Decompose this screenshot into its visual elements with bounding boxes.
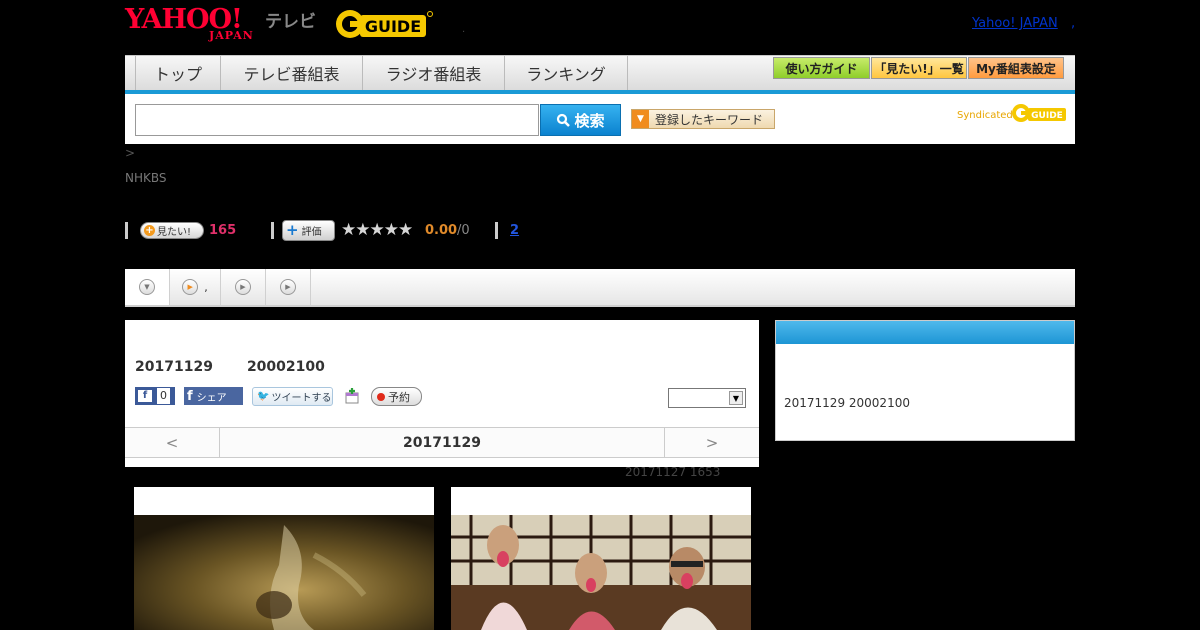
record-dot-icon: [377, 392, 385, 401]
play-icon: ▶: [182, 279, 199, 295]
program-time: 20002100: [246, 359, 325, 375]
rate-button[interactable]: + 評価: [282, 220, 335, 241]
day-navigator: < 20171129 >: [125, 427, 759, 458]
japan-logo-text: JAPAN: [209, 29, 254, 42]
usage-guide-button[interactable]: 使い方ガイド: [773, 57, 870, 79]
channel-name: NHKBS: [125, 171, 167, 185]
syndicated-label: Syndicated: [957, 110, 1013, 121]
sidebar-header: [776, 321, 1074, 344]
video-still-image-1: [134, 515, 434, 630]
video-still-image-2: [451, 515, 751, 630]
reserve-button[interactable]: 予約: [371, 387, 422, 406]
plus-icon: +: [144, 225, 155, 236]
registered-keywords-button[interactable]: ▼ 登録したキーワード: [631, 109, 775, 129]
program-date: 20171129: [135, 359, 213, 375]
facebook-share-button[interactable]: f シェア: [184, 387, 243, 405]
chevron-down-icon: ▼: [729, 391, 743, 405]
main-nav: トップ テレビ番組表 ラジオ番組表 ランキング 使い方ガイド 「見たい!」一覧 …: [125, 55, 1075, 90]
registered-keywords-label: 登録したキーワード: [655, 112, 764, 127]
facebook-icon: f: [138, 390, 152, 402]
facebook-icon: f: [187, 388, 193, 404]
want-to-watch-button[interactable]: + 見たい!: [140, 222, 204, 239]
video-thumbnail-2[interactable]: [451, 487, 751, 630]
divider: [495, 222, 498, 239]
gguide-logo-text: GUIDE: [365, 17, 421, 36]
yahoo-japan-link[interactable]: Yahoo! JAPAN: [972, 16, 1058, 31]
play-icon: ▶: [235, 279, 251, 295]
reserve-label: 予約: [388, 390, 410, 404]
gguide-small-logo-icon: GUIDE: [1012, 104, 1066, 122]
rating-score: 0.00: [425, 223, 458, 238]
chevron-down-icon: ▼: [139, 279, 155, 295]
search-icon: [557, 113, 571, 127]
previous-day-button[interactable]: <: [125, 428, 220, 457]
my-schedule-settings-button[interactable]: My番組表設定: [968, 57, 1064, 79]
gguide-logo[interactable]: GUIDE: [334, 8, 434, 40]
sidebar-panel: 20171129 20002100: [775, 320, 1075, 441]
nav-tab-radio-guide[interactable]: ラジオ番組表: [362, 56, 504, 90]
tweet-button[interactable]: 🐦 ツイートする: [252, 387, 333, 406]
search-input[interactable]: [135, 104, 539, 136]
want-to-watch-label: 見たい!: [157, 227, 192, 238]
breadcrumb[interactable]: >: [125, 146, 135, 160]
program-datetime: 20171129 20002100: [135, 359, 325, 375]
triangle-down-icon: ▼: [632, 110, 649, 128]
search-button[interactable]: 検索: [540, 104, 621, 136]
sidebar-schedule-text: 20171129 20002100: [784, 396, 910, 410]
review-count-link[interactable]: 2: [510, 223, 519, 238]
video-thumbnail-1[interactable]: [134, 487, 434, 630]
tab-play-2[interactable]: ▶: [221, 269, 266, 305]
divider: [271, 222, 274, 239]
next-day-button[interactable]: >: [664, 428, 759, 457]
divider: [125, 222, 128, 239]
nav-tab-tv-guide[interactable]: テレビ番組表: [220, 56, 362, 90]
twitter-bird-icon: 🐦: [257, 391, 270, 402]
header-dot: .: [462, 24, 466, 35]
program-tabs: ▼ ▶ , ▶ ▶: [125, 269, 1075, 307]
nav-tab-ranking[interactable]: ランキング: [504, 56, 628, 90]
nav-tab-top[interactable]: トップ: [135, 56, 220, 90]
gguide-small-logo-text: GUIDE: [1031, 111, 1063, 121]
current-day: 20171129: [403, 434, 481, 451]
want-to-watch-count: 165: [209, 223, 237, 238]
add-to-calendar-icon[interactable]: [344, 388, 360, 404]
tab-play-1-text: ,: [204, 280, 208, 294]
facebook-like-count: 0: [157, 388, 170, 404]
plus-icon: +: [286, 221, 299, 239]
recorder-select[interactable]: ▼: [668, 388, 746, 408]
program-detail-panel: 20171129 20002100 f 0 f シェア 🐦 ツイートする 予約 ▼…: [125, 320, 759, 467]
facebook-share-label: シェア: [196, 392, 227, 404]
header-link-comma: ,: [1071, 16, 1076, 31]
rating-stars: ★★★★★: [341, 220, 413, 240]
search-button-label: 検索: [574, 111, 605, 130]
search-panel: 検索 ▼ 登録したキーワード Syndicated GUIDE: [125, 94, 1075, 144]
tab-play-3[interactable]: ▶: [266, 269, 311, 305]
tab-collapse[interactable]: ▼: [125, 269, 170, 305]
yahoo-japan-logo[interactable]: YAHOO! JAPAN: [125, 6, 263, 43]
rating-count: /0: [457, 223, 470, 238]
facebook-like-button[interactable]: f 0: [135, 387, 175, 405]
play-icon: ▶: [280, 279, 296, 295]
tab-play-1[interactable]: ▶ ,: [170, 269, 221, 305]
watchlist-button[interactable]: 「見たい!」一覧: [871, 57, 967, 79]
tweet-label: ツイートする: [271, 393, 332, 404]
gguide-logo-icon: GUIDE: [336, 10, 433, 38]
last-updated: 20171127 1653: [625, 465, 721, 479]
tv-label: テレビ: [265, 12, 316, 32]
rate-label: 評価: [301, 227, 322, 238]
